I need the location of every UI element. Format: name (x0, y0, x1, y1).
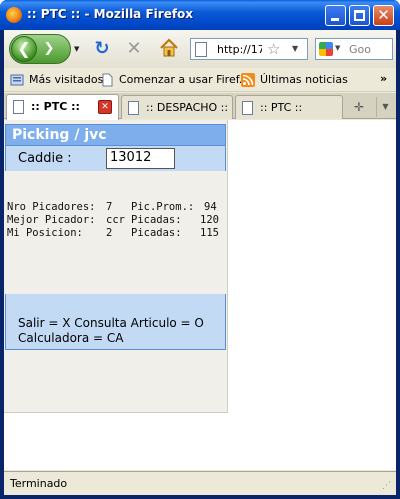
tab-ptc-active[interactable]: :: PTC :: ✕ (6, 94, 119, 120)
browser-chrome: ❮ ❯ ▼ ↻ ✕ http://17 ☆ ▼ ▼ Goo Más visita… (4, 30, 396, 495)
url-bar[interactable]: http://17 ☆ ▼ (190, 38, 308, 60)
browser-window: :: PTC :: - Mozilla Firefox ✕ ❮ ❯ ▼ ↻ ✕ … (0, 0, 400, 499)
google-logo-icon[interactable] (319, 42, 333, 56)
new-tab-icon[interactable]: ✛ (347, 97, 371, 117)
stat-value: 115 (200, 227, 219, 239)
bookmark-label: Más visitados (29, 73, 104, 86)
search-engine-dropdown-icon[interactable]: ▼ (335, 44, 340, 52)
page-content: Picking / jvc Caddie : 13012 Nro Picador… (4, 120, 396, 470)
search-bar[interactable]: ▼ Goo (315, 38, 393, 60)
url-input[interactable]: http://17 (217, 43, 262, 56)
status-bar: Terminado ⋰ (4, 471, 396, 495)
bookmark-label: Comenzar a usar Firef... (119, 73, 250, 86)
close-tab-icon[interactable]: ✕ (98, 100, 112, 114)
bookmark-latest-news[interactable]: Últimas noticias (241, 72, 361, 89)
stat-value: 120 (200, 214, 219, 226)
stat-value: 2 (106, 227, 113, 239)
close-window-button[interactable]: ✕ (373, 5, 394, 26)
close-icon: ✕ (377, 6, 390, 24)
stat-value: 94 (204, 201, 217, 213)
url-dropdown-icon[interactable]: ▼ (292, 44, 298, 53)
rss-feed-icon (241, 73, 255, 87)
bookmark-getting-started[interactable]: Comenzar a usar Firef... (100, 72, 249, 89)
stat-label: Picadas: (131, 227, 182, 239)
caddie-row: Caddie : 13012 (5, 146, 226, 171)
page-title: Picking / jvc (5, 124, 226, 146)
bookmarks-overflow-button[interactable]: » (380, 72, 387, 85)
page-icon (128, 101, 139, 115)
tab-list-dropdown-icon[interactable]: ▼ (376, 97, 394, 117)
resize-grip-icon[interactable]: ⋰ (382, 481, 394, 493)
tab-strip: :: PTC :: ✕ :: DESPACHO :: :: PTC :: ✛ ▼ (4, 93, 396, 120)
bookmark-most-visited[interactable]: Más visitados (10, 72, 104, 89)
maximize-button[interactable] (349, 5, 370, 26)
page-icon (242, 101, 253, 115)
stat-value: 7 (106, 201, 113, 213)
back-button[interactable]: ❮ (11, 36, 37, 62)
stat-label: Nro Picadores: (7, 201, 96, 213)
minimize-icon (331, 18, 339, 21)
tab-label: :: PTC :: (31, 100, 80, 113)
home-icon[interactable] (158, 37, 180, 59)
stat-label: Pic.Prom.: (131, 201, 195, 213)
picking-app: Picking / jvc Caddie : 13012 Nro Picador… (4, 120, 228, 413)
bookmark-label: Últimas noticias (260, 73, 348, 86)
tab-ptc[interactable]: :: PTC :: (235, 95, 343, 119)
bookmarks-toolbar: Más visitados Comenzar a usar Firef... Ú… (4, 68, 396, 92)
search-input[interactable]: Goo (349, 43, 391, 56)
tab-label: :: DESPACHO :: (146, 101, 229, 114)
shortcuts-line: Salir = X Consulta Articulo = O (18, 316, 204, 330)
stat-label: Picadas: (131, 214, 182, 226)
page-icon (13, 100, 24, 114)
caddie-input[interactable]: 13012 (106, 148, 175, 169)
navigation-toolbar: ❮ ❯ ▼ ↻ ✕ http://17 ☆ ▼ ▼ Goo (4, 30, 396, 68)
reload-icon[interactable]: ↻ (92, 39, 112, 59)
window-title: :: PTC :: - Mozilla Firefox (27, 7, 194, 21)
tab-despacho[interactable]: :: DESPACHO :: (121, 95, 233, 119)
stat-label: Mejor Picador: (7, 214, 96, 226)
tab-label: :: PTC :: (260, 101, 303, 114)
bookmark-star-icon[interactable]: ☆ (267, 41, 280, 57)
title-bar[interactable]: :: PTC :: - Mozilla Firefox ✕ (0, 0, 400, 30)
firefox-logo-icon (6, 7, 22, 23)
caddie-label: Caddie : (18, 151, 72, 166)
back-forward-group: ❮ ❯ (9, 34, 71, 64)
minimize-button[interactable] (325, 5, 346, 26)
site-page-icon (195, 42, 207, 57)
shortcuts-line: Calculadora = CA (18, 331, 124, 345)
maximize-icon (354, 10, 365, 21)
bookmarks-folder-icon (10, 74, 24, 86)
status-text: Terminado (10, 477, 68, 490)
page-icon (102, 73, 113, 87)
forward-button[interactable]: ❯ (40, 40, 58, 58)
shortcuts-panel: Salir = X Consulta Articulo = O Calculad… (5, 294, 226, 350)
stop-icon[interactable]: ✕ (124, 39, 144, 59)
stat-value: ccr (106, 214, 125, 226)
history-dropdown-icon[interactable]: ▼ (74, 45, 82, 53)
stat-label: Mi Posicion: (7, 227, 83, 239)
